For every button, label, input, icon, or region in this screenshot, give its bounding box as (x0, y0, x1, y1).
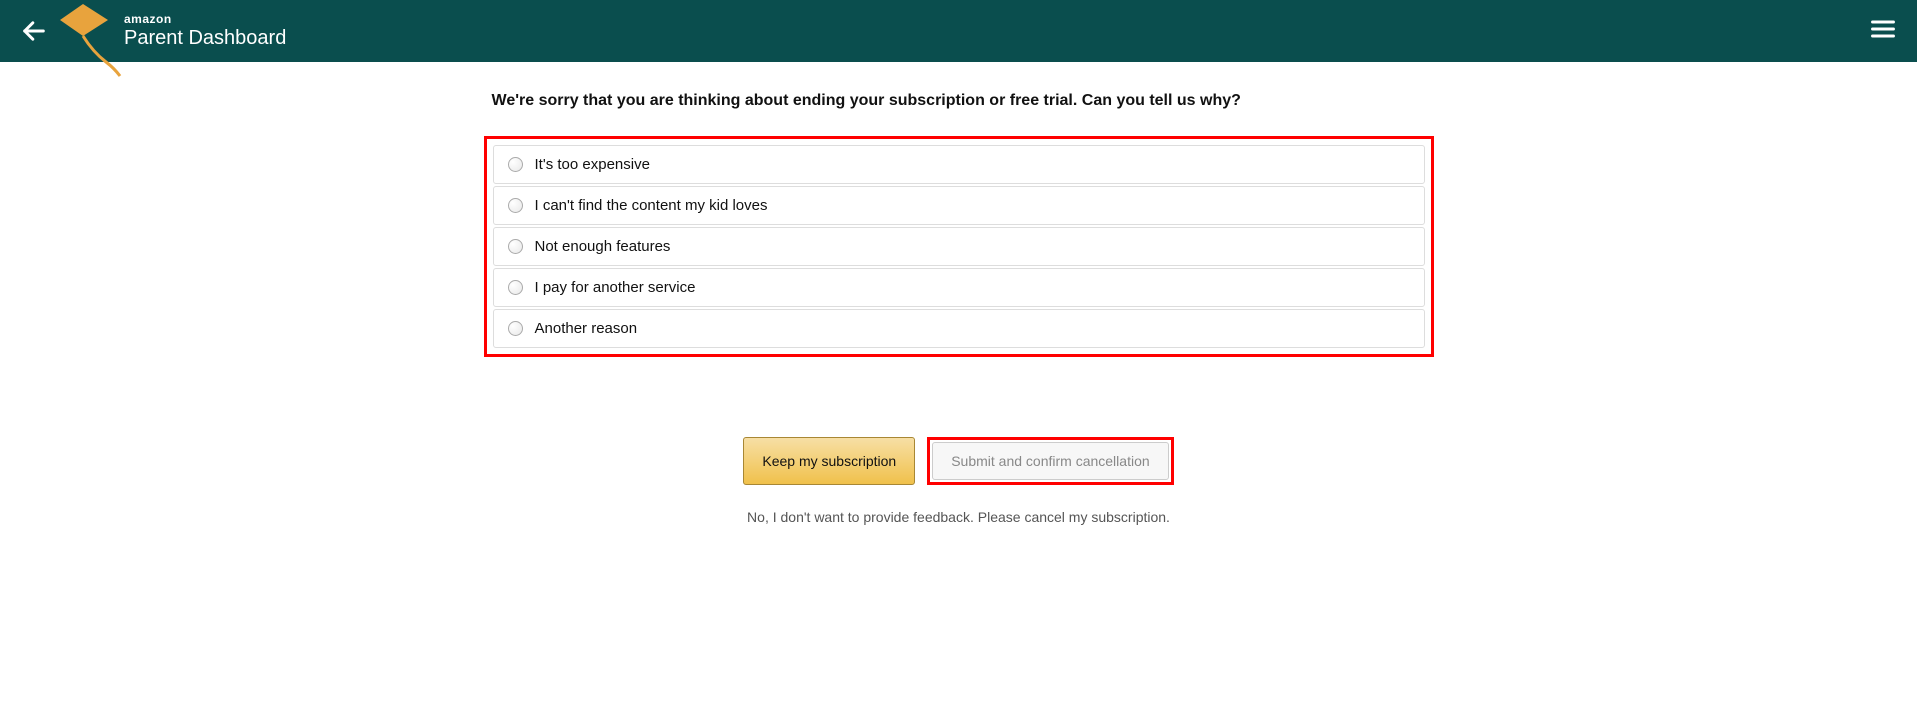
radio-icon (508, 198, 523, 213)
option-label: Not enough features (535, 238, 671, 255)
logo-brand-bottom: Parent Dashboard (124, 26, 286, 50)
submit-button-highlight: Submit and confirm cancellation (927, 437, 1173, 485)
back-arrow-icon[interactable] (20, 17, 48, 45)
skip-feedback-link[interactable]: No, I don't want to provide feedback. Pl… (484, 509, 1434, 525)
option-label: Another reason (535, 320, 638, 337)
action-buttons: Keep my subscription Submit and confirm … (484, 437, 1434, 485)
radio-icon (508, 157, 523, 172)
reason-option-too-expensive[interactable]: It's too expensive (493, 145, 1425, 184)
reason-option-another-reason[interactable]: Another reason (493, 309, 1425, 348)
reason-options-group: It's too expensive I can't find the cont… (484, 136, 1434, 357)
logo[interactable]: amazon Parent Dashboard (64, 12, 286, 50)
kite-icon (58, 2, 128, 87)
option-label: I pay for another service (535, 279, 696, 296)
radio-icon (508, 321, 523, 336)
option-label: It's too expensive (535, 156, 650, 173)
reason-option-cant-find-content[interactable]: I can't find the content my kid loves (493, 186, 1425, 225)
logo-brand-top: amazon (124, 12, 286, 26)
submit-cancellation-button[interactable]: Submit and confirm cancellation (932, 442, 1168, 480)
keep-subscription-button[interactable]: Keep my subscription (743, 437, 915, 485)
main-content: We're sorry that you are thinking about … (484, 62, 1434, 555)
logo-text: amazon Parent Dashboard (124, 12, 286, 50)
option-label: I can't find the content my kid loves (535, 197, 768, 214)
hamburger-menu-icon[interactable] (1869, 15, 1897, 48)
header: amazon Parent Dashboard (0, 0, 1917, 62)
reason-option-pay-another-service[interactable]: I pay for another service (493, 268, 1425, 307)
radio-icon (508, 239, 523, 254)
prompt-text: We're sorry that you are thinking about … (484, 92, 1434, 110)
header-left: amazon Parent Dashboard (20, 12, 286, 50)
reason-option-not-enough-features[interactable]: Not enough features (493, 227, 1425, 266)
radio-icon (508, 280, 523, 295)
